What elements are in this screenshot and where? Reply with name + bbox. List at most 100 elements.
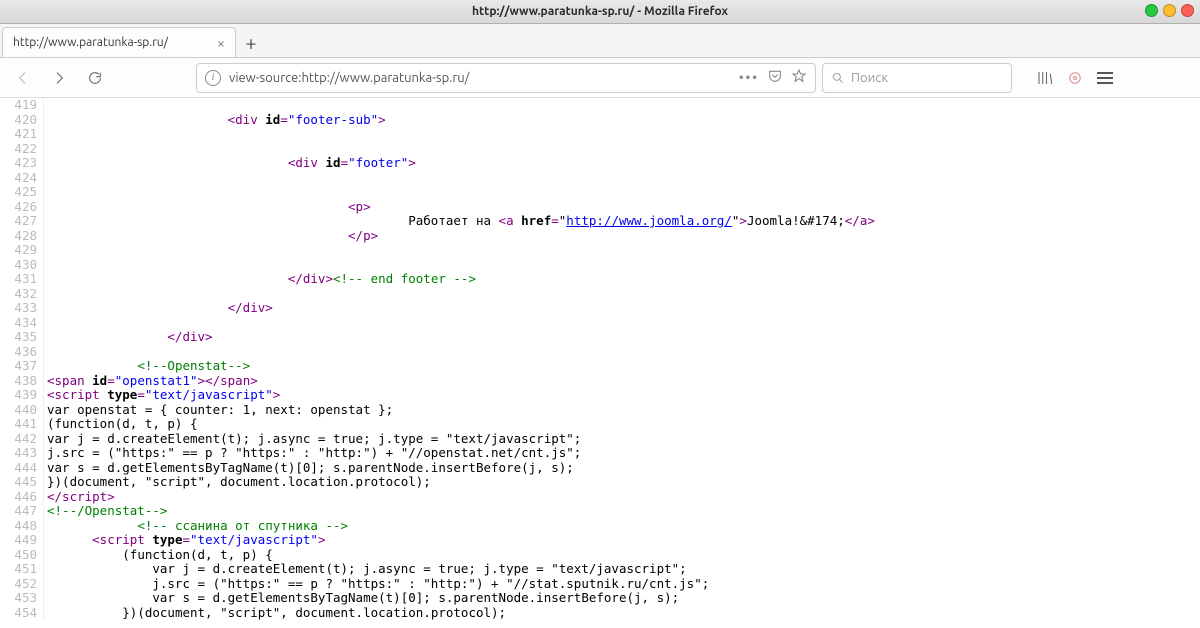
line-code: var j = d.createElement(t); j.async = tr… [44,562,687,577]
line-code: <script type="text/javascript"> [44,388,280,403]
line-code: var openstat = { counter: 1, next: opens… [44,403,393,418]
source-line: 443j.src = ("https:" == p ? "https:" : "… [0,446,1200,461]
line-number: 448 [0,519,44,534]
line-code: <!--/Openstat--> [44,504,167,519]
url-text: view-source:http://www.paratunka-sp.ru/ [229,71,731,85]
line-number: 433 [0,301,44,316]
source-line: 454 })(document, "script", document.loca… [0,606,1200,621]
line-number: 440 [0,403,44,418]
tab-close-icon[interactable]: × [217,35,225,51]
browser-tab[interactable]: http://www.paratunka-sp.ru/ × [2,27,236,57]
line-number: 446 [0,490,44,505]
library-icon[interactable] [1036,69,1054,87]
reload-button[interactable] [80,63,110,93]
new-tab-button[interactable]: + [236,27,266,57]
back-button[interactable] [8,63,38,93]
search-bar[interactable]: Поиск [822,63,1012,93]
source-line: 430 [0,258,1200,273]
line-code: </script> [44,490,115,505]
source-line: 436 [0,345,1200,360]
line-code: })(document, "script", document.location… [44,475,431,490]
line-code: <div id="footer"> [44,156,416,171]
source-line: 425 [0,185,1200,200]
source-line: 452 j.src = ("https:" == p ? "https:" : … [0,577,1200,592]
line-number: 426 [0,200,44,215]
source-line: 440var openstat = { counter: 1, next: op… [0,403,1200,418]
maximize-button[interactable] [1163,4,1176,17]
line-number: 436 [0,345,44,360]
source-line: 434 [0,316,1200,331]
search-icon [831,71,845,85]
source-line: 446</script> [0,490,1200,505]
source-line: 429 [0,243,1200,258]
source-line: 422 [0,142,1200,157]
toolbar-right [1036,69,1114,87]
source-line: 433 </div> [0,301,1200,316]
hamburger-menu-icon[interactable] [1096,69,1114,87]
line-number: 428 [0,229,44,244]
line-number: 442 [0,432,44,447]
line-number: 452 [0,577,44,592]
line-code: </div> [44,330,213,345]
minimize-button[interactable] [1145,4,1158,17]
source-line: 448 <!-- ссанина от спутника --> [0,519,1200,534]
source-line: 427 Работает на <a href="http://www.joom… [0,214,1200,229]
line-code [44,127,47,142]
line-code: (function(d, t, p) { [44,417,198,432]
line-number: 435 [0,330,44,345]
line-number: 429 [0,243,44,258]
line-code: Работает на <a href="http://www.joomla.o… [44,214,875,229]
line-code: })(document, "script", document.location… [44,606,506,621]
source-line: 432 [0,287,1200,302]
line-code: </div> [44,301,273,316]
line-number: 425 [0,185,44,200]
line-code: j.src = ("https:" == p ? "https:" : "htt… [44,446,581,461]
source-line: 438<span id="openstat1"></span> [0,374,1200,389]
bookmark-star-icon[interactable] [791,68,807,87]
line-number: 431 [0,272,44,287]
line-number: 444 [0,461,44,476]
site-info-icon[interactable]: i [205,70,221,86]
source-line: 439<script type="text/javascript"> [0,388,1200,403]
line-code: <script type="text/javascript"> [44,533,325,548]
line-number: 434 [0,316,44,331]
url-actions: ••• [739,68,807,87]
line-number: 445 [0,475,44,490]
line-code [44,142,47,157]
line-number: 447 [0,504,44,519]
line-number: 427 [0,214,44,229]
extension-icon[interactable] [1066,69,1084,87]
source-line: 450 (function(d, t, p) { [0,548,1200,563]
line-code: j.src = ("https:" == p ? "https:" : "htt… [44,577,709,592]
source-line: 444var s = d.getElementsByTagName(t)[0];… [0,461,1200,476]
page-actions-icon[interactable]: ••• [739,71,759,85]
line-number: 454 [0,606,44,621]
line-code [44,345,47,360]
pocket-icon[interactable] [767,68,783,87]
line-number: 439 [0,388,44,403]
source-line: 421 [0,127,1200,142]
source-line: 441(function(d, t, p) { [0,417,1200,432]
line-number: 419 [0,98,44,113]
line-number: 449 [0,533,44,548]
line-number: 451 [0,562,44,577]
source-line: 419 [0,98,1200,113]
tab-strip: http://www.paratunka-sp.ru/ × + [0,24,1200,58]
source-line: 426 <p> [0,200,1200,215]
line-code: <span id="openstat1"></span> [44,374,258,389]
line-code: <p> [44,200,371,215]
line-number: 453 [0,591,44,606]
url-bar[interactable]: i view-source:http://www.paratunka-sp.ru… [196,63,816,93]
line-number: 438 [0,374,44,389]
line-code: </div><!-- end footer --> [44,272,476,287]
line-number: 421 [0,127,44,142]
window-title: http://www.paratunka-sp.ru/ - Mozilla Fi… [472,5,728,18]
close-button[interactable] [1181,4,1194,17]
window-controls [1145,4,1194,17]
line-code [44,171,47,186]
source-line: 437 <!--Openstat--> [0,359,1200,374]
line-code: (function(d, t, p) { [44,548,273,563]
forward-button[interactable] [44,63,74,93]
source-line: 428 </p> [0,229,1200,244]
line-code: var s = d.getElementsByTagName(t)[0]; s.… [44,461,574,476]
